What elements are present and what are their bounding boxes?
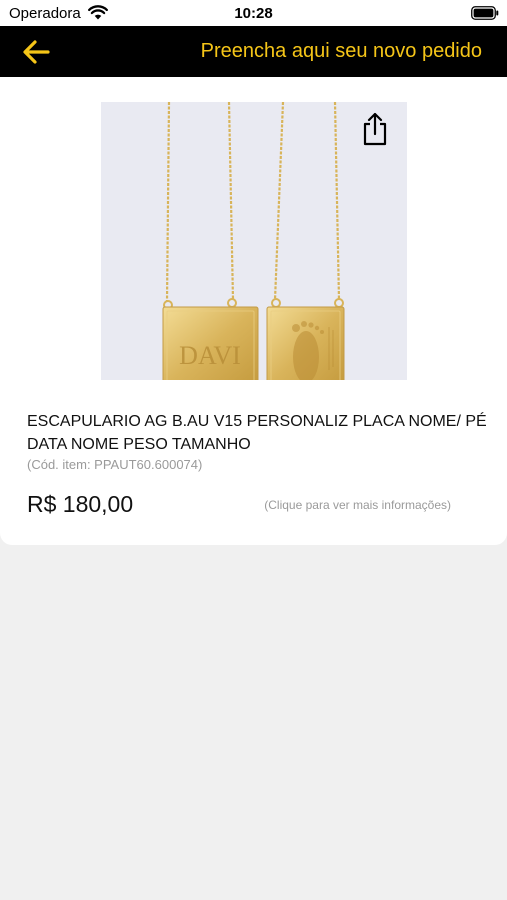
nav-bar: Preencha aqui seu novo pedido	[0, 26, 507, 77]
product-price: R$ 180,00	[27, 491, 134, 517]
page-title: Preencha aqui seu novo pedido	[200, 40, 482, 62]
product-name: ESCAPULARIO AG B.AU V15 PERSONALIZ PLACA…	[27, 413, 487, 453]
status-bar: Operadora 10:28	[0, 0, 507, 26]
product-card[interactable]: DAVI ESCAPULARIO AG B.AU V15 PERSONALIZ …	[0, 77, 507, 545]
battery-icon	[471, 6, 499, 20]
arrow-left-icon	[23, 40, 50, 64]
product-image: DAVI	[101, 102, 407, 380]
share-icon	[363, 112, 387, 146]
status-time: 10:28	[234, 5, 273, 22]
product-code: (Cód. item: PPAUT60.600074)	[27, 457, 203, 472]
engraved-name: DAVI	[179, 341, 241, 370]
more-info-link[interactable]: (Clique para ver mais informações)	[264, 498, 451, 512]
share-button[interactable]	[360, 111, 390, 147]
back-button[interactable]	[14, 34, 58, 70]
